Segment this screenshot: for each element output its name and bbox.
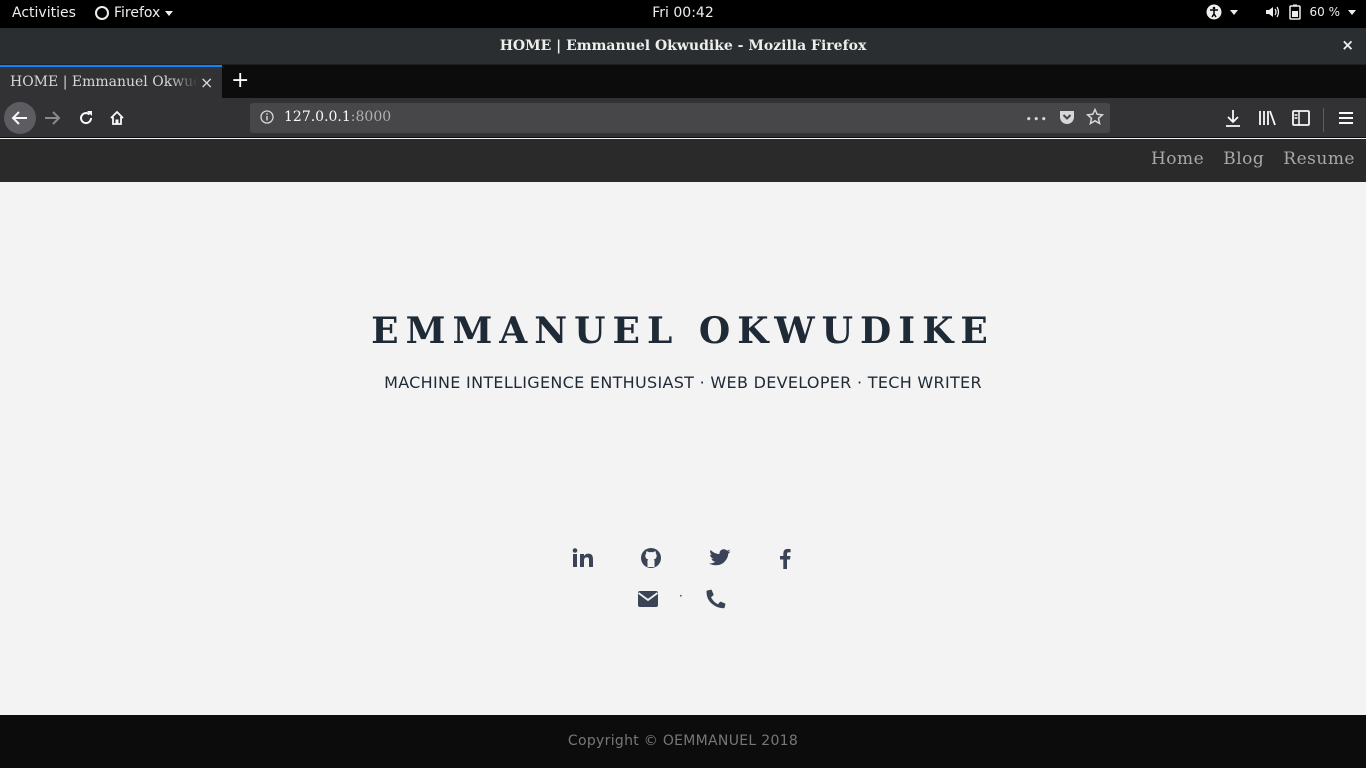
toolbar-right <box>1221 106 1358 134</box>
forward-button[interactable] <box>40 106 64 130</box>
battery-icon[interactable] <box>1288 4 1302 20</box>
site-tagline: MACHINE INTELLIGENCE ENTHUSIAST · WEB DE… <box>384 373 982 392</box>
window-title: HOME | Emmanuel Okwudike - Mozilla Firef… <box>499 38 867 54</box>
linkedin-icon[interactable] <box>570 545 596 571</box>
site-name-heading: EMMANUEL OKWUDIKE <box>371 310 995 352</box>
clock[interactable]: Fri 00:42 <box>652 5 713 21</box>
toolbar-separator <box>1323 108 1324 132</box>
url-port: :8000 <box>350 109 392 125</box>
battery-percent: 60 % <box>1309 5 1341 19</box>
chevron-down-icon <box>1348 9 1356 15</box>
site-nav-links: Home Blog Resume <box>1151 149 1355 169</box>
phone-icon[interactable] <box>703 586 729 612</box>
chevron-down-icon <box>1229 9 1238 15</box>
site-info-icon[interactable] <box>260 110 274 128</box>
bookmark-star-icon[interactable] <box>1085 107 1105 130</box>
tab-title-fade <box>170 67 198 98</box>
home-icon <box>110 110 124 125</box>
reload-icon <box>80 111 93 125</box>
firefox-icon <box>95 6 109 20</box>
os-top-bar: Activities Firefox Fri 00:42 60 % <box>0 0 1366 28</box>
site-navbar: Home Blog Resume <box>0 139 1366 182</box>
page-actions-button[interactable]: ••• <box>1026 113 1048 126</box>
hamburger-menu-icon[interactable] <box>1334 106 1358 134</box>
footer-copyright: Copyright © OEMMANUEL 2018 <box>567 733 799 749</box>
pocket-icon[interactable] <box>1058 108 1076 130</box>
reload-button[interactable] <box>74 106 98 130</box>
social-links <box>563 545 803 571</box>
arrow-left-icon <box>11 111 27 125</box>
app-menu[interactable]: Firefox <box>95 5 174 21</box>
app-menu-label: Firefox <box>114 5 161 21</box>
downloads-icon[interactable] <box>1221 106 1245 134</box>
url-text[interactable]: 127.0.0.1:8000 <box>284 109 391 125</box>
new-tab-button[interactable]: + <box>231 68 249 94</box>
tab-close-button[interactable]: × <box>200 73 213 92</box>
email-icon[interactable] <box>635 586 661 612</box>
url-host: 127.0.0.1 <box>284 109 351 125</box>
github-icon[interactable] <box>638 545 664 571</box>
tab-title: HOME | Emmanuel Okwudike <box>10 74 196 90</box>
url-bar[interactable]: 127.0.0.1:8000 ••• <box>250 103 1110 133</box>
twitter-icon[interactable] <box>707 545 733 571</box>
tab-home[interactable]: HOME | Emmanuel Okwudike × <box>0 65 222 98</box>
accessibility-icon[interactable] <box>1206 4 1222 20</box>
chevron-down-icon <box>165 10 174 16</box>
volume-icon[interactable] <box>1264 4 1280 20</box>
sidebar-icon[interactable] <box>1289 106 1313 134</box>
site-footer: Copyright © OEMMANUEL 2018 <box>0 715 1366 768</box>
library-icon[interactable] <box>1255 106 1279 134</box>
back-button[interactable] <box>4 102 36 134</box>
facebook-icon[interactable] <box>772 545 798 571</box>
arrow-right-icon <box>45 111 61 125</box>
system-tray[interactable]: 60 % <box>1206 4 1356 20</box>
tab-strip: HOME | Emmanuel Okwudike × + <box>0 65 1366 98</box>
activities-button[interactable]: Activities <box>12 5 76 21</box>
window-title-bar[interactable]: HOME | Emmanuel Okwudike - Mozilla Firef… <box>0 28 1366 65</box>
nav-link-resume[interactable]: Resume <box>1283 149 1355 169</box>
contact-links: · <box>630 586 740 612</box>
nav-link-blog[interactable]: Blog <box>1223 149 1264 169</box>
contact-separator: · <box>679 589 683 603</box>
nav-link-home[interactable]: Home <box>1151 149 1204 169</box>
window-close-button[interactable]: × <box>1341 36 1354 54</box>
navigation-toolbar: 127.0.0.1:8000 ••• <box>0 98 1366 138</box>
home-button[interactable] <box>105 106 129 130</box>
url-actions: ••• <box>1026 107 1105 130</box>
